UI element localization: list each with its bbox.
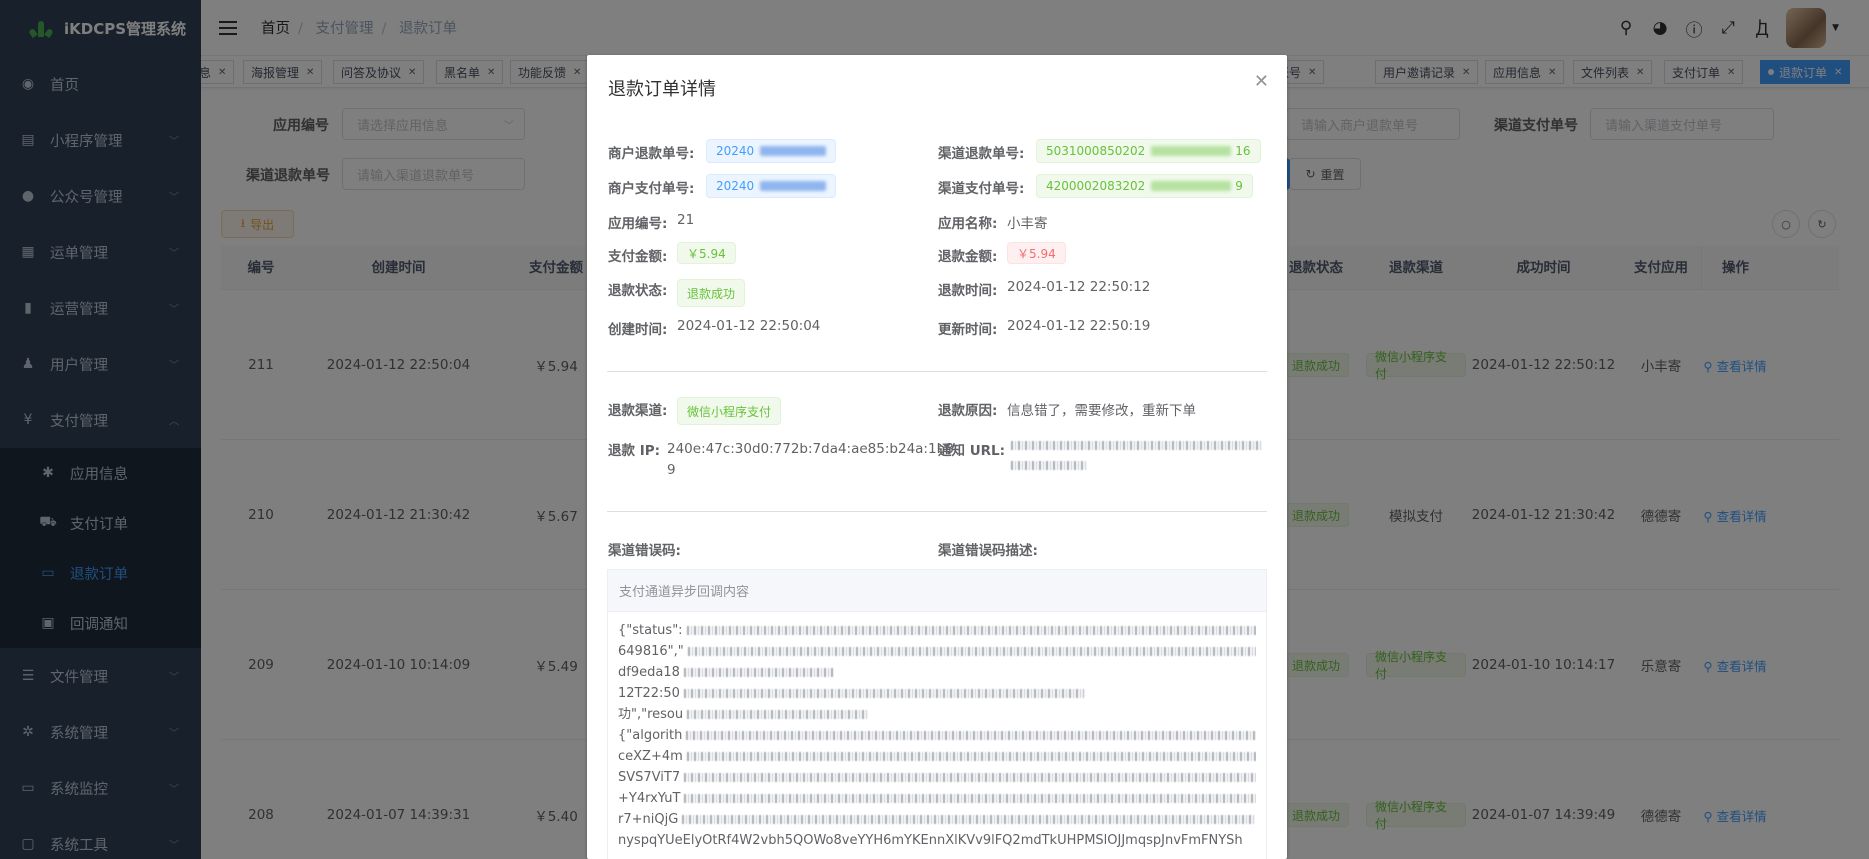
redacted-block [1011, 441, 1261, 450]
redacted-block [686, 626, 1256, 635]
create-time-label: 创建时间: [608, 322, 668, 338]
create-time-value: 2024-01-12 22:50:04 [677, 318, 821, 334]
refund-amount-tag: ￥5.94 [1007, 242, 1066, 264]
callback-content-box: 支付通道异步回调内容 {"status": 649816"," df9eda18… [607, 569, 1267, 859]
callback-line: 12T22:50 [618, 683, 1256, 704]
pay-amount-tag: ￥5.94 [677, 242, 736, 264]
app-name-label: 应用名称: [938, 216, 998, 232]
divider [607, 371, 1267, 372]
notify-url-label: 通知 URL: [938, 443, 1006, 459]
pay-amount-label: 支付金额: [608, 249, 668, 265]
redacted-block [686, 731, 1256, 740]
refund-ip-label: 退款 IP: [608, 443, 661, 459]
divider [607, 511, 1267, 512]
refund-reason-label: 退款原因: [938, 403, 998, 419]
callback-line: {"algorith [618, 725, 1256, 746]
close-icon[interactable]: ✕ [1254, 71, 1269, 92]
refund-ip-value: 240e:47c:30d0:772b:7da4:ae85:b24a:1b8 9 [667, 441, 954, 478]
refund-reason-value: 信息错了，需要修改，重新下单 [1007, 403, 1196, 419]
refund-channel-tag: 微信小程序支付 [677, 397, 782, 425]
redacted-block [760, 181, 827, 191]
notify-url-value-redacted [1011, 441, 1263, 470]
refund-detail-dialog: 退款订单详情 ✕ 商户退款单号: 20240 渠道退款单号: 503100085… [587, 55, 1287, 859]
dialog-title: 退款订单详情 [608, 79, 716, 100]
redacted-block [683, 689, 1084, 698]
callback-line: {"status": [618, 620, 1256, 641]
redacted-block [687, 710, 868, 719]
redacted-block [1011, 461, 1086, 470]
app-no-value: 21 [677, 212, 695, 228]
redacted-block [682, 815, 1256, 824]
merchant-refund-no-tag: 20240 [706, 139, 837, 163]
update-time-value: 2024-01-12 22:50:19 [1007, 318, 1151, 334]
merchant-pay-no-label: 商户支付单号: [608, 181, 695, 197]
refund-status-label: 退款状态: [608, 283, 668, 299]
callback-line: r7+niQjG [618, 809, 1256, 830]
redacted-block [684, 773, 1256, 782]
redacted-block [683, 668, 834, 677]
channel-pay-no-tag: 4200002083202 9 [1036, 174, 1253, 198]
redacted-block [684, 794, 1256, 803]
callback-line: +Y4rxYuT [618, 788, 1256, 809]
refund-time-value: 2024-01-12 22:50:12 [1007, 279, 1151, 295]
redacted-block [1151, 181, 1232, 191]
callback-line: SVS7ViT7 [618, 767, 1256, 788]
refund-status-tag: 退款成功 [677, 279, 746, 307]
redacted-block [687, 647, 1256, 656]
redacted-block [1151, 146, 1232, 156]
redacted-block [760, 146, 827, 156]
callback-line: nyspqYUeElyOtRf4W2vbh5QOWo8veYYH6mYKEnnX… [618, 833, 1243, 848]
channel-error-code-label: 渠道错误码: [608, 543, 681, 559]
callback-line: 649816"," [618, 641, 1256, 662]
merchant-refund-no-label: 商户退款单号: [608, 146, 695, 162]
channel-pay-no-label: 渠道支付单号: [938, 181, 1025, 197]
callback-header: 支付通道异步回调内容 [608, 570, 1266, 612]
update-time-label: 更新时间: [938, 322, 998, 338]
app-name-value: 小丰寄 [1007, 216, 1048, 232]
refund-channel-label: 退款渠道: [608, 403, 668, 419]
refund-time-label: 退款时间: [938, 283, 998, 299]
merchant-pay-no-tag: 20240 [706, 174, 837, 198]
callback-line: ceXZ+4m [618, 746, 1256, 767]
redacted-block [686, 752, 1256, 761]
channel-refund-no-label: 渠道退款单号: [938, 146, 1025, 162]
channel-refund-no-tag: 5031000850202 16 [1036, 139, 1261, 163]
app-no-label: 应用编号: [608, 216, 668, 232]
refund-amount-label: 退款金额: [938, 249, 998, 265]
callback-line: 功","resou [618, 704, 1256, 725]
channel-error-desc-label: 渠道错误码描述: [938, 543, 1038, 559]
callback-body[interactable]: {"status": 649816"," df9eda18 12T22:50 功… [608, 612, 1266, 859]
callback-line: df9eda18 [618, 662, 1256, 683]
